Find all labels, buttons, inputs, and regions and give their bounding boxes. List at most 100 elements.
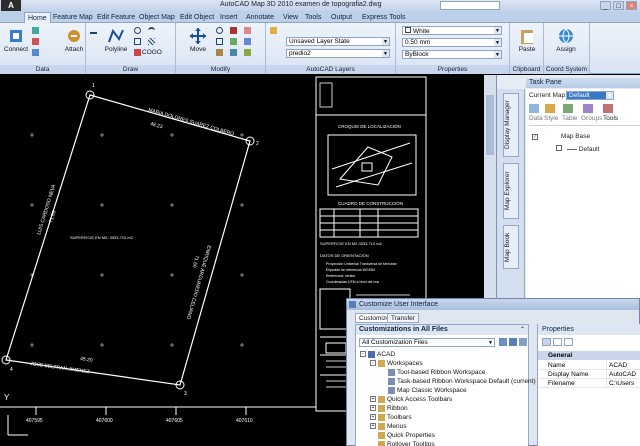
tab-view[interactable]: View — [280, 12, 301, 23]
tab-map-explorer[interactable]: Map Explorer — [503, 163, 519, 219]
expand-node-icon[interactable]: + — [370, 396, 376, 403]
rectangle-button[interactable] — [134, 37, 142, 46]
application-menu-button[interactable]: A — [1, 0, 21, 11]
tree-item[interactable]: + Ribbon — [370, 404, 408, 413]
expand-node-icon[interactable]: + — [370, 405, 376, 412]
task-pane-title: Task Pane — [526, 78, 640, 88]
tab-transfer[interactable]: Transfer — [387, 313, 419, 323]
property-row[interactable]: Filename C:\Users — [538, 379, 640, 388]
circle-button[interactable] — [134, 26, 142, 35]
tree-item[interactable]: Rollover Tooltips — [370, 440, 435, 446]
checkbox-checked-icon[interactable]: ✓ — [532, 134, 538, 140]
scale-button[interactable] — [230, 48, 238, 57]
linetype-select[interactable]: ByBlock ▼ — [402, 50, 502, 59]
scrollbar-thumb[interactable] — [486, 95, 494, 155]
tree-item[interactable]: + Menus — [370, 422, 407, 431]
copy-button[interactable] — [216, 37, 224, 46]
tree-item[interactable]: Map Classic Workspace — [380, 386, 467, 395]
tree-item[interactable]: + Toolbars — [370, 413, 412, 422]
toolbar-data[interactable]: Data — [529, 115, 543, 122]
data-tool-2[interactable] — [32, 37, 40, 46]
trim-button[interactable] — [230, 26, 238, 35]
tab-annotate[interactable]: Annotate — [243, 12, 277, 23]
arc-icon — [148, 26, 155, 34]
tab-tools[interactable]: Tools — [302, 12, 324, 23]
search-input[interactable] — [440, 1, 500, 10]
tab-home[interactable]: Home — [24, 12, 51, 23]
toolbar-tools[interactable]: Tools — [603, 115, 618, 122]
lot-boundary[interactable] — [5, 94, 251, 386]
sort-alphabetical-icon[interactable] — [553, 338, 563, 346]
categorized-icon[interactable] — [542, 338, 551, 346]
hatch-button[interactable] — [148, 37, 156, 46]
layer-select[interactable]: predio2 ▼ — [286, 49, 390, 58]
line-icon — [90, 27, 97, 34]
collapse-node-icon[interactable]: - — [360, 351, 366, 358]
minimize-button[interactable]: _ — [600, 1, 611, 10]
tab-edit-feature[interactable]: Edit Feature — [94, 12, 138, 23]
erase-button[interactable] — [244, 26, 252, 35]
tab-output[interactable]: Output — [328, 12, 355, 23]
assign-button[interactable]: Assign — [552, 25, 580, 61]
toolbar-groups[interactable]: Groups — [581, 115, 602, 122]
tree-item[interactable]: - ACAD — [360, 350, 395, 359]
data-tool-1[interactable] — [32, 26, 40, 35]
move-button[interactable]: Move — [184, 25, 212, 61]
mirror-button[interactable] — [230, 37, 238, 46]
close-button[interactable]: × — [626, 1, 637, 10]
coord-system-panel-label: Coord System — [544, 65, 589, 74]
tab-feature-map[interactable]: Feature Map — [50, 12, 96, 23]
color-select[interactable]: White ▼ — [402, 26, 502, 35]
stretch-button[interactable] — [216, 48, 224, 57]
fillet-button[interactable] — [244, 37, 252, 46]
table-icon — [32, 26, 39, 34]
collapse-node-icon[interactable]: - — [370, 360, 376, 367]
cogo-button[interactable]: COGO — [134, 48, 162, 57]
tab-insert[interactable]: Insert — [217, 12, 241, 23]
arc-button[interactable] — [148, 26, 156, 35]
connect-button[interactable]: Connect — [2, 25, 30, 61]
property-row[interactable]: Display Name AutoCAD — [538, 370, 640, 379]
checkbox-unchecked-icon[interactable] — [556, 145, 562, 151]
polyline-button[interactable]: Polyline — [102, 25, 130, 61]
open-file-icon[interactable] — [499, 338, 507, 346]
tree-item[interactable]: - Workspaces — [370, 359, 423, 368]
layer-state-select[interactable]: Unsaved Layer State ▼ — [286, 37, 390, 46]
maximize-button[interactable]: □ — [613, 1, 624, 10]
tab-object-map[interactable]: Object Map — [136, 12, 178, 23]
expand-node-icon[interactable]: + — [370, 423, 376, 430]
array-button[interactable] — [244, 48, 252, 57]
expand-node-icon[interactable]: + — [370, 414, 376, 421]
tree-item[interactable]: Tool-based Ribbon Workspace — [380, 368, 485, 377]
property-row[interactable]: Name ACAD — [538, 361, 640, 370]
map-base-layer[interactable]: ✓ Map Base — [532, 133, 590, 140]
layer-properties-button[interactable] — [270, 26, 278, 35]
tree-item[interactable]: Quick Properties — [370, 431, 435, 440]
view-icon[interactable] — [519, 338, 527, 346]
general-category[interactable]: General — [538, 351, 640, 360]
tree-item[interactable]: Task-based Ribbon Workspace Default (cur… — [380, 377, 536, 386]
property-pages-icon[interactable] — [564, 338, 574, 346]
attach-button[interactable]: Attach — [60, 25, 88, 61]
collapse-icon[interactable]: ⌃ — [520, 326, 525, 333]
line-button[interactable] — [90, 26, 98, 35]
toolbar-style[interactable]: Style — [544, 115, 558, 122]
layers-panel: Unsaved Layer State ▼ predio2 ▼ AutoCAD La… — [266, 23, 396, 74]
paste-button[interactable]: Paste — [513, 25, 541, 61]
tab-map-book[interactable]: Map Book — [503, 225, 519, 269]
rotate-button[interactable] — [216, 26, 224, 35]
customization-files-select[interactable]: All Customization Files ▼ — [359, 338, 495, 347]
default-layer[interactable]: Default — [556, 145, 599, 153]
groups-icon — [583, 104, 593, 113]
cogo-label: COGO — [142, 49, 162, 56]
tab-express-tools[interactable]: Express Tools — [359, 12, 408, 23]
tab-display-manager[interactable]: Display Manager — [503, 93, 519, 157]
save-icon[interactable] — [509, 338, 517, 346]
tree-item[interactable]: + Quick Access Toolbars — [370, 395, 452, 404]
data-tool-3[interactable] — [32, 48, 40, 57]
lineweight-select[interactable]: 0.50 mm ▼ — [402, 38, 502, 47]
tab-edit-object[interactable]: Edit Object — [177, 12, 217, 23]
toolbar-table[interactable]: Table — [562, 115, 578, 122]
current-map-select[interactable]: Default ▼ — [566, 91, 614, 100]
